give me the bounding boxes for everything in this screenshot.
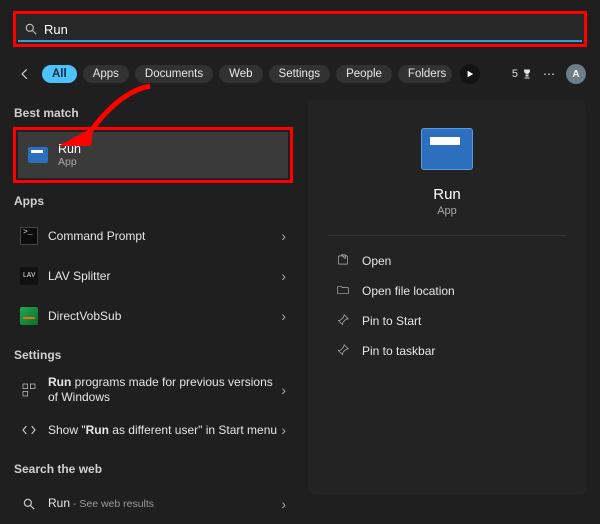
divider (328, 235, 566, 236)
arrow-left-icon (18, 67, 32, 81)
results-column: Best match Run App Apps Command Prompt ›… (14, 100, 292, 524)
web-item-search-run[interactable]: Run - See web results › (14, 484, 292, 524)
options-button[interactable]: ⋯ (543, 67, 556, 81)
more-tabs-button[interactable] (460, 64, 480, 84)
tab-documents[interactable]: Documents (135, 65, 213, 83)
preview-subtitle: App (328, 205, 566, 217)
setting-label: Run programs made for previous versions … (48, 375, 281, 405)
preview-panel: Run App Open Open file location Pin to S… (308, 100, 586, 495)
action-open-file-location[interactable]: Open file location (328, 276, 566, 306)
chevron-right-icon: › (281, 382, 286, 398)
action-pin-to-start[interactable]: Pin to Start (328, 306, 566, 336)
action-pin-to-taskbar[interactable]: Pin to taskbar (328, 336, 566, 366)
tab-apps[interactable]: Apps (83, 65, 129, 83)
pin-icon (336, 343, 350, 360)
search-input[interactable] (44, 22, 576, 37)
action-label: Open (362, 254, 391, 268)
search-icon (20, 495, 38, 513)
app-label: LAV Splitter (48, 269, 110, 284)
app-label: Command Prompt (48, 229, 145, 244)
app-item-command-prompt[interactable]: Command Prompt › (14, 216, 292, 256)
setting-label: Show "Run as different user" in Start me… (48, 423, 277, 438)
best-match-title: Run (58, 142, 81, 156)
open-icon (336, 253, 350, 270)
apps-window-icon (20, 381, 38, 399)
search-icon (24, 22, 38, 36)
lav-splitter-icon: LAV (20, 267, 38, 285)
chevron-right-icon: › (281, 228, 286, 244)
section-heading-apps: Apps (14, 194, 292, 208)
action-label: Open file location (362, 284, 455, 298)
chevron-right-icon: › (281, 422, 286, 438)
setting-item-run-compat[interactable]: Run programs made for previous versions … (14, 370, 292, 410)
tab-folders[interactable]: Folders (398, 65, 452, 83)
directvobsub-icon (20, 307, 38, 325)
chevron-right-icon: › (281, 268, 286, 284)
tab-all[interactable]: All (42, 65, 77, 83)
search-focus-underline (18, 40, 582, 42)
tab-settings[interactable]: Settings (269, 65, 331, 83)
command-prompt-icon (20, 227, 38, 245)
app-label: DirectVobSub (48, 309, 121, 324)
chevron-right-icon: › (281, 496, 286, 512)
section-heading-settings: Settings (14, 348, 292, 362)
app-item-directvobsub[interactable]: DirectVobSub › (14, 296, 292, 336)
section-heading-best-match: Best match (14, 106, 292, 120)
play-icon (466, 70, 474, 78)
search-bar[interactable] (14, 12, 586, 46)
action-label: Pin to taskbar (362, 344, 435, 358)
action-label: Pin to Start (362, 314, 421, 328)
back-button[interactable] (14, 63, 36, 85)
app-item-lav-splitter[interactable]: LAV LAV Splitter › (14, 256, 292, 296)
section-heading-web: Search the web (14, 462, 292, 476)
pin-icon (336, 313, 350, 330)
tab-people[interactable]: People (336, 65, 392, 83)
best-match-box: Run App (14, 128, 292, 182)
developer-icon (20, 421, 38, 439)
badge-count: 5 (512, 68, 518, 80)
avatar-initial: A (572, 69, 579, 80)
best-match-item-run[interactable]: Run App (18, 132, 288, 178)
setting-item-show-run-as-user[interactable]: Show "Run as different user" in Start me… (14, 410, 292, 450)
web-label: Run - See web results (48, 496, 154, 511)
run-app-icon-large (421, 128, 473, 170)
avatar[interactable]: A (566, 64, 586, 84)
preview-title: Run (328, 186, 566, 203)
folder-icon (336, 283, 350, 300)
chevron-right-icon: › (281, 308, 286, 324)
action-open[interactable]: Open (328, 246, 566, 276)
tab-web[interactable]: Web (219, 65, 262, 83)
filter-tabs-row: All Apps Documents Web Settings People F… (14, 58, 586, 90)
trophy-icon (521, 68, 533, 80)
run-app-icon (28, 147, 48, 163)
rewards-badge[interactable]: 5 (512, 68, 533, 80)
best-match-subtitle: App (58, 156, 81, 168)
